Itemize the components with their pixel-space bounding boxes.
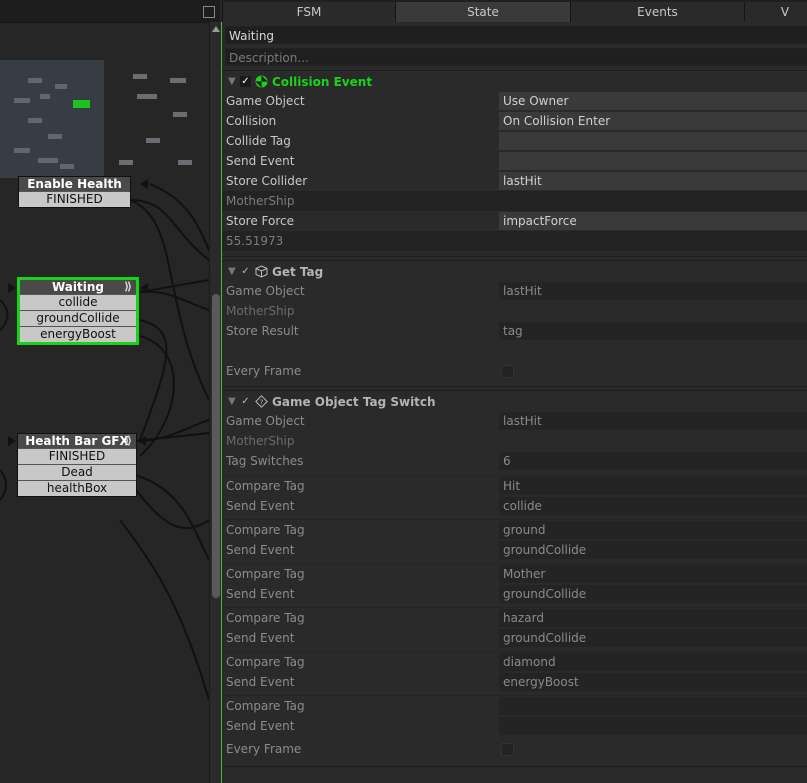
readout-row: MotherShip (222, 191, 807, 211)
field-every-frame: Every Frame (222, 739, 807, 759)
state-inspector: Waiting Description... ▼ ✓ Collision Eve… (222, 22, 807, 783)
field-game-object: Game Object Use Owner (222, 91, 807, 111)
tab-fsm[interactable]: FSM (222, 2, 395, 22)
state-name-field[interactable]: Waiting (225, 26, 807, 44)
readout-row: MotherShip (222, 431, 807, 451)
send-event-dropdown[interactable] (499, 152, 807, 170)
tag-switches-count-input[interactable]: 6 (499, 452, 807, 470)
action-enabled-checkbox[interactable]: ✓ (240, 76, 251, 87)
send-event-row: Send Event groundCollide (222, 584, 807, 604)
field-send-event: Send Event (222, 151, 807, 171)
compare-tag-dropdown[interactable]: hazard (499, 609, 807, 627)
scrollbar-thumb[interactable] (212, 294, 220, 598)
collision-icon (255, 75, 268, 88)
send-event-dropdown[interactable]: groundCollide (499, 541, 807, 559)
tag-switch-group: Compare Tag hazard Send Event groundColl… (225, 607, 807, 648)
compare-tag-dropdown[interactable] (499, 697, 807, 715)
game-object-variable[interactable]: lastHit (499, 412, 807, 430)
game-object-readout: MotherShip (226, 304, 295, 318)
tab-variables[interactable]: V (744, 2, 807, 22)
action-header-get-tag[interactable]: ▼ ✓ Get Tag (222, 260, 807, 283)
compare-tag-row: Compare Tag (222, 696, 807, 716)
tag-switch-group: Compare Tag Hit Send Event collide (225, 475, 807, 516)
readout-row: MotherShip (222, 301, 807, 321)
send-event-row: Send Event groundCollide (222, 540, 807, 560)
game-object-readout: MotherShip (226, 434, 295, 448)
send-event-dropdown[interactable]: collide (499, 497, 807, 515)
send-event-row: Send Event collide (222, 496, 807, 516)
send-event-dropdown[interactable]: groundCollide (499, 629, 807, 647)
store-result-variable[interactable]: tag (499, 322, 807, 340)
compare-tag-dropdown[interactable]: Mother (499, 565, 807, 583)
every-frame-checkbox[interactable] (501, 743, 514, 756)
compare-tag-row: Compare Tag hazard (222, 608, 807, 628)
tag-switch-icon: ? (255, 395, 268, 408)
action-title: Collision Event (272, 75, 373, 89)
collide-tag-dropdown[interactable] (499, 132, 807, 150)
scroll-up-icon[interactable] (212, 26, 220, 32)
compare-tag-dropdown[interactable]: ground (499, 521, 807, 539)
field-store-result: Store Result tag (222, 321, 807, 341)
store-force-variable[interactable]: impactForce (499, 212, 807, 230)
tag-switch-group: Compare Tag Send Event (225, 695, 807, 736)
graph-toolbar (0, 0, 220, 23)
game-object-variable[interactable]: lastHit (499, 282, 807, 300)
readout-row: 55.51973 (222, 231, 807, 251)
tab-state[interactable]: State (395, 2, 570, 22)
field-tag-switches: Tag Switches 6 (222, 451, 807, 471)
tag-switch-group: Compare Tag ground Send Event groundColl… (225, 519, 807, 560)
field-game-object: Game Object lastHit (222, 411, 807, 431)
action-enabled-checkbox[interactable]: ✓ (240, 266, 251, 277)
compare-tag-row: Compare Tag Hit (222, 476, 807, 496)
transition-arrows (8, 179, 148, 446)
game-object-dropdown[interactable]: Use Owner (499, 92, 807, 110)
foldout-arrow-icon[interactable]: ▼ (228, 391, 236, 413)
store-collider-variable[interactable]: lastHit (499, 172, 807, 190)
compare-tag-dropdown[interactable]: diamond (499, 653, 807, 671)
field-collide-tag: Collide Tag (222, 131, 807, 151)
send-event-row: Send Event groundCollide (222, 628, 807, 648)
compare-tag-row: Compare Tag diamond (222, 652, 807, 672)
store-collider-readout: MotherShip (226, 194, 295, 208)
action-title: Get Tag (272, 265, 324, 279)
panel-menu-icon[interactable] (203, 6, 215, 18)
action-title: Game Object Tag Switch (272, 395, 436, 409)
every-frame-checkbox[interactable] (501, 365, 514, 378)
state-description-field[interactable]: Description... (225, 48, 807, 66)
send-event-row: Send Event energyBoost (222, 672, 807, 692)
svg-text:?: ? (260, 398, 264, 406)
compare-tag-dropdown[interactable]: Hit (499, 477, 807, 495)
action-enabled-checkbox[interactable]: ✓ (240, 396, 251, 407)
send-event-dropdown[interactable]: groundCollide (499, 585, 807, 603)
field-collision: Collision On Collision Enter (222, 111, 807, 131)
action-header-collision-event[interactable]: ▼ ✓ Collision Event (222, 70, 807, 93)
fsm-graph-view[interactable]: Enable Health FINISHED Waiting ⟫ collide … (0, 0, 209, 783)
field-store-collider: Store Collider lastHit (222, 171, 807, 191)
send-event-dropdown[interactable]: energyBoost (499, 673, 807, 691)
compare-tag-row: Compare Tag ground (222, 520, 807, 540)
cube-icon (255, 265, 268, 278)
field-store-force: Store Force impactForce (222, 211, 807, 231)
store-force-readout: 55.51973 (226, 234, 284, 248)
tag-switch-group: Compare Tag diamond Send Event energyBoo… (225, 651, 807, 692)
compare-tag-row: Compare Tag Mother (222, 564, 807, 584)
field-every-frame: Every Frame (222, 361, 807, 381)
foldout-arrow-icon[interactable]: ▼ (228, 71, 236, 93)
send-event-row: Send Event (222, 716, 807, 736)
field-game-object: Game Object lastHit (222, 281, 807, 301)
action-header-tag-switch[interactable]: ▼ ✓ ? Game Object Tag Switch (222, 390, 807, 413)
foldout-arrow-icon[interactable]: ▼ (228, 261, 236, 283)
collision-type-dropdown[interactable]: On Collision Enter (499, 112, 807, 130)
inspector-tabs: FSM State Events V (222, 0, 807, 23)
tab-events[interactable]: Events (570, 2, 744, 22)
send-event-dropdown[interactable] (499, 717, 807, 735)
tag-switch-group: Compare Tag Mother Send Event groundColl… (225, 563, 807, 604)
